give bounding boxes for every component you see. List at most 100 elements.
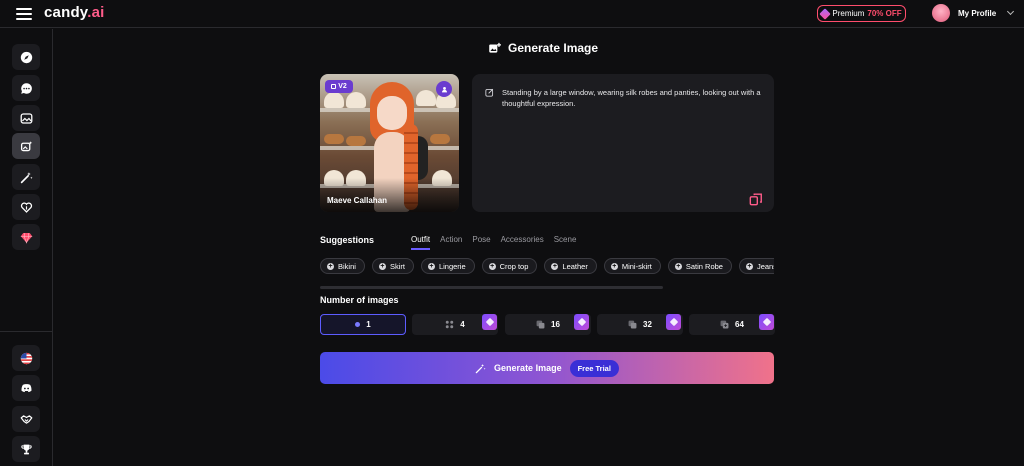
sidebar	[0, 29, 53, 466]
number-of-images-label: Number of images	[320, 295, 399, 305]
premium-lock-badge	[666, 314, 681, 330]
generate-image-button[interactable]: Generate Image Free Trial	[320, 352, 774, 384]
chip-leather[interactable]: + Leather	[544, 258, 597, 274]
sidebar-item-premium[interactable]	[12, 224, 40, 250]
cupcake	[324, 92, 344, 108]
suggestion-chips: + Bikini + Skirt + Lingerie + Crop top + Leat…	[320, 258, 774, 274]
plus-icon: +	[551, 262, 559, 270]
copy-icon[interactable]	[749, 192, 763, 206]
image-generate-icon	[20, 140, 32, 151]
profile-label: My Profile	[958, 8, 997, 18]
option-label: 1	[366, 320, 371, 329]
diamond-icon	[577, 317, 586, 327]
plus-icon: +	[674, 262, 682, 270]
us-flag-icon	[20, 352, 32, 364]
profile-menu[interactable]: My Profile	[932, 4, 1015, 22]
chat-bubble-icon	[20, 82, 32, 94]
prompt-text[interactable]: Standing by a large window, wearing silk…	[502, 87, 764, 109]
generate-button-label: Generate Image	[494, 363, 562, 373]
sidebar-divider	[0, 331, 53, 332]
diamond-icon	[819, 7, 832, 20]
version-badge-label: V2	[338, 83, 347, 90]
chip-jeans[interactable]: +Jeans	[738, 258, 774, 274]
page-title: Generate Image	[488, 41, 598, 55]
tab-outfit[interactable]: Outfit	[411, 235, 431, 250]
chip-label: Bikini	[338, 261, 356, 271]
logo-main: candy	[44, 4, 88, 21]
option-label: 16	[551, 320, 560, 329]
character-face	[377, 96, 407, 130]
trophy-icon	[20, 444, 32, 454]
diamond-icon	[485, 317, 494, 327]
sidebar-item-explore[interactable]	[12, 44, 40, 70]
premium-label: Premium	[832, 9, 865, 18]
plus-icon: +	[378, 262, 386, 270]
tab-pose[interactable]: Pose	[472, 235, 490, 250]
chip-skirt[interactable]: + Skirt	[371, 258, 414, 274]
sidebar-item-discord[interactable]	[12, 375, 40, 401]
plus-icon: +	[427, 262, 435, 270]
chip-label: Mini-skirt	[621, 261, 652, 271]
stack-icon	[536, 320, 545, 329]
suggestion-tabs: Outfit Action Pose Accessories Scene	[411, 235, 576, 250]
menu-icon[interactable]	[16, 8, 32, 20]
tab-action[interactable]: Action	[440, 235, 462, 250]
logo[interactable]: candy.ai	[44, 4, 105, 21]
free-trial-badge: Free Trial	[569, 359, 619, 377]
donut	[346, 136, 366, 146]
single-dot-icon	[355, 322, 361, 327]
chip-label: Satin Robe	[685, 261, 723, 271]
sidebar-item-create-character[interactable]	[12, 164, 40, 190]
character-card[interactable]: V2 Maeve Callahan	[320, 74, 459, 212]
chip-label: Skirt	[389, 261, 405, 271]
heart-hands-icon	[20, 201, 32, 213]
premium-button[interactable]: Premium 70% OFF	[817, 5, 906, 22]
tab-scene[interactable]: Scene	[554, 235, 577, 250]
card-shade	[320, 178, 459, 212]
chip-satin-robe[interactable]: + Satin Robe	[667, 258, 732, 274]
swap-character-button[interactable]	[436, 81, 452, 97]
chip-lingerie[interactable]: + Lingerie	[420, 258, 475, 274]
chip-label: Leather	[562, 261, 588, 271]
chip-bikini[interactable]: + Bikini	[320, 258, 365, 274]
sidebar-item-chat[interactable]	[12, 75, 40, 101]
version-badge: V2	[325, 80, 353, 93]
discord-icon	[21, 383, 31, 392]
avatar	[932, 4, 950, 22]
cupcake	[416, 90, 436, 106]
image-icon	[331, 84, 337, 89]
sidebar-item-gallery[interactable]	[12, 105, 40, 131]
prompt-box[interactable]: Standing by a large window, wearing silk…	[472, 74, 774, 212]
logo-accent: .ai	[87, 4, 105, 21]
sidebar-item-affiliate[interactable]	[12, 406, 40, 432]
stack-plus-icon	[720, 320, 729, 329]
sidebar-item-generate-image[interactable]	[12, 133, 40, 159]
swap-icon	[441, 86, 447, 92]
chevron-down-icon	[1007, 7, 1015, 16]
plus-icon: +	[327, 262, 334, 270]
diamond-icon	[762, 317, 771, 327]
chip-label: Crop top	[499, 261, 529, 271]
sidebar-item-leaderboard[interactable]	[12, 436, 40, 462]
premium-lock-badge	[574, 314, 589, 330]
option-label: 4	[460, 320, 465, 329]
top-bar: candy.ai Premium 70% OFF My Profile	[0, 0, 1024, 28]
sidebar-item-language[interactable]	[12, 345, 40, 371]
grid-dots-icon	[446, 320, 454, 329]
premium-discount: 70% OFF	[867, 9, 902, 18]
chip-crop-top[interactable]: + Crop top	[481, 258, 538, 274]
sidebar-item-my-ai[interactable]	[12, 194, 40, 220]
option-label: 64	[735, 320, 744, 329]
chip-label: Jeans	[756, 261, 774, 271]
donut	[430, 134, 450, 144]
compass-icon	[20, 51, 32, 63]
chips-scrollbar[interactable]	[320, 286, 663, 289]
chip-mini-skirt[interactable]: + Mini-skirt	[603, 258, 661, 274]
diamond-icon	[20, 232, 32, 244]
magic-wand-icon	[475, 363, 486, 373]
stack-icon	[628, 320, 637, 329]
tab-accessories[interactable]: Accessories	[501, 235, 544, 250]
premium-lock-badge	[482, 314, 497, 330]
image-count-option-1[interactable]: 1	[320, 314, 406, 335]
page-title-text: Generate Image	[508, 41, 599, 55]
